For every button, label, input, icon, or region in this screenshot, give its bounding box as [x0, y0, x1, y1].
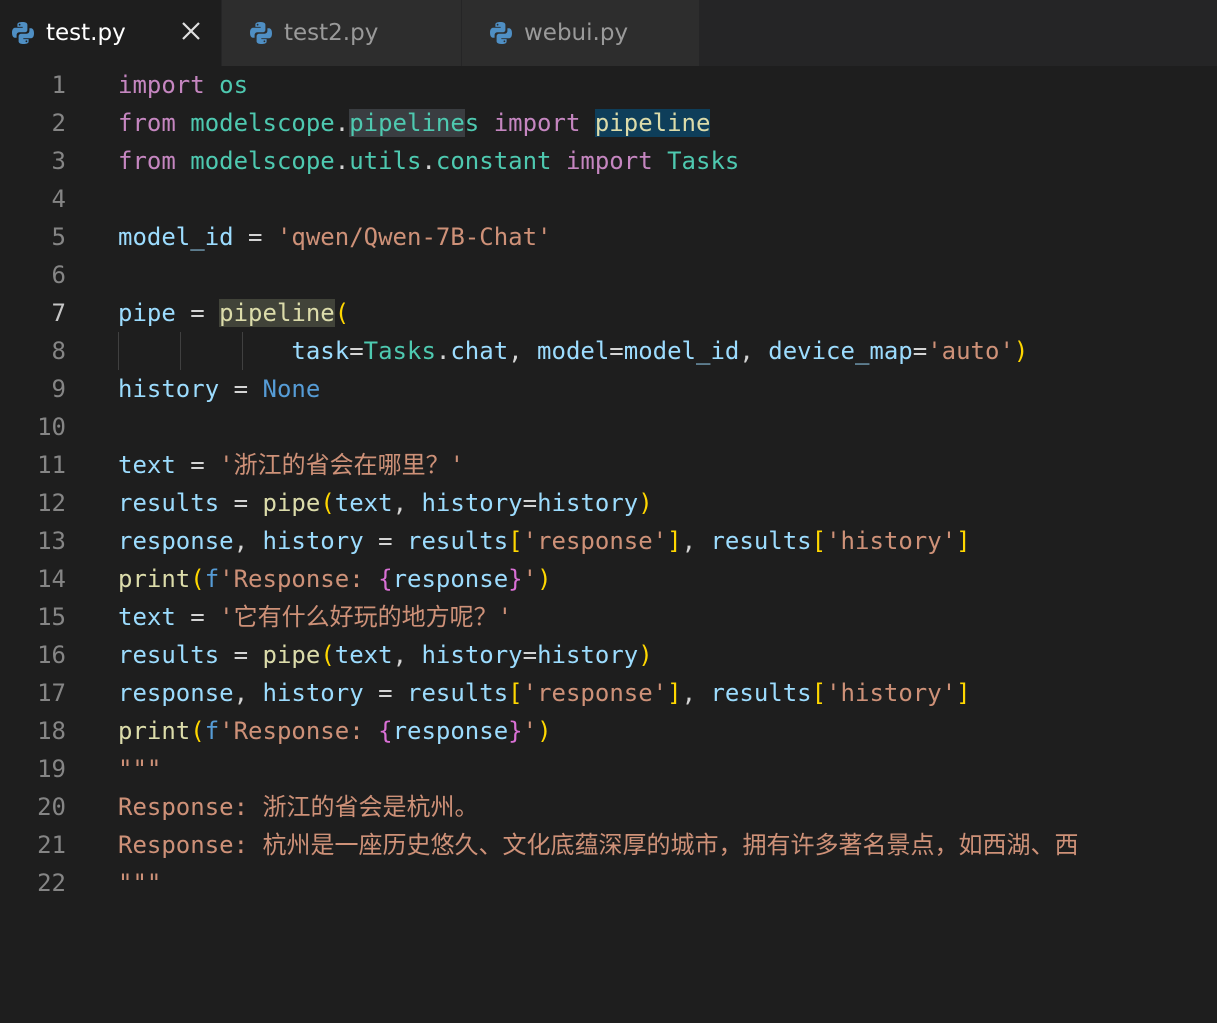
code-line[interactable]: model_id = 'qwen/Qwen-7B-Chat'	[118, 218, 1217, 256]
code-line[interactable]: task=Tasks.chat, model=model_id, device_…	[118, 332, 1217, 370]
code-line[interactable]: Response: 杭州是一座历史悠久、文化底蕴深厚的城市，拥有许多著名景点，如…	[118, 826, 1217, 864]
line-number: 20	[37, 793, 66, 821]
line-number: 7	[51, 299, 66, 327]
tab-bar: test.py test2.py webui.py	[0, 0, 1217, 66]
code-area[interactable]: import os from modelscope.pipelines impor…	[118, 66, 1217, 902]
code-line[interactable]: """	[118, 864, 1217, 902]
tab-label: test.py	[46, 20, 126, 46]
code-line[interactable]: Response: 浙江的省会是杭州。	[118, 788, 1217, 826]
line-number: 16	[37, 641, 66, 669]
code-line[interactable]: from modelscope.utils.constant import Ta…	[118, 142, 1217, 180]
python-icon	[490, 22, 512, 44]
line-number: 19	[37, 755, 66, 783]
code-line[interactable]: """	[118, 750, 1217, 788]
code-line[interactable]: import os	[118, 66, 1217, 104]
line-number: 21	[37, 831, 66, 859]
line-number: 3	[51, 147, 66, 175]
code-line[interactable]: print(f'Response: {response}')	[118, 712, 1217, 750]
code-line[interactable]	[118, 256, 1217, 294]
code-line[interactable]	[118, 180, 1217, 218]
tab-label: webui.py	[524, 20, 629, 46]
code-line[interactable]: text = '浙江的省会在哪里？'	[118, 446, 1217, 484]
code-line[interactable]: response, history = results['response'],…	[118, 674, 1217, 712]
indent-guide	[242, 332, 243, 370]
code-line[interactable]: results = pipe(text, history=history)	[118, 484, 1217, 522]
python-icon	[12, 22, 34, 44]
code-line[interactable]: pipe = pipeline(	[118, 294, 1217, 332]
line-number: 10	[37, 413, 66, 441]
code-line[interactable]: from modelscope.pipelines import pipelin…	[118, 104, 1217, 142]
line-number: 12	[37, 489, 66, 517]
code-editor-window: test.py test2.py webui.py 12345678 9 10 …	[0, 0, 1217, 1023]
indent-guide	[118, 332, 119, 370]
line-number: 15	[37, 603, 66, 631]
code-line[interactable]	[118, 408, 1217, 446]
tab-webui-py[interactable]: webui.py	[462, 0, 700, 66]
line-number: 13	[37, 527, 66, 555]
tab-label: test2.py	[284, 20, 379, 46]
line-number: 18	[37, 717, 66, 745]
line-number: 17	[37, 679, 66, 707]
line-number: 2	[51, 109, 66, 137]
line-number: 6	[51, 261, 66, 289]
line-number: 11	[37, 451, 66, 479]
line-number: 9	[51, 375, 66, 403]
indent-guide	[180, 332, 181, 370]
line-number: 5	[51, 223, 66, 251]
line-number: 22	[37, 869, 66, 897]
code-line[interactable]: text = '它有什么好玩的地方呢？'	[118, 598, 1217, 636]
line-number: 8	[51, 337, 66, 365]
line-number: 1	[51, 71, 66, 99]
code-line[interactable]: history = None	[118, 370, 1217, 408]
close-icon[interactable]	[175, 15, 207, 47]
tab-test2-py[interactable]: test2.py	[222, 0, 462, 66]
code-line[interactable]: response, history = results['response'],…	[118, 522, 1217, 560]
tab-test-py[interactable]: test.py	[0, 0, 222, 66]
code-line[interactable]: results = pipe(text, history=history)	[118, 636, 1217, 674]
line-number: 14	[37, 565, 66, 593]
python-icon	[250, 22, 272, 44]
line-number: 4	[51, 185, 66, 213]
code-line[interactable]: print(f'Response: {response}')	[118, 560, 1217, 598]
line-number-gutter: 1 2 3 4 5 6 7 8 9 10 11 12 13 14 15 16 17 18 19 20 21 22	[0, 66, 84, 902]
